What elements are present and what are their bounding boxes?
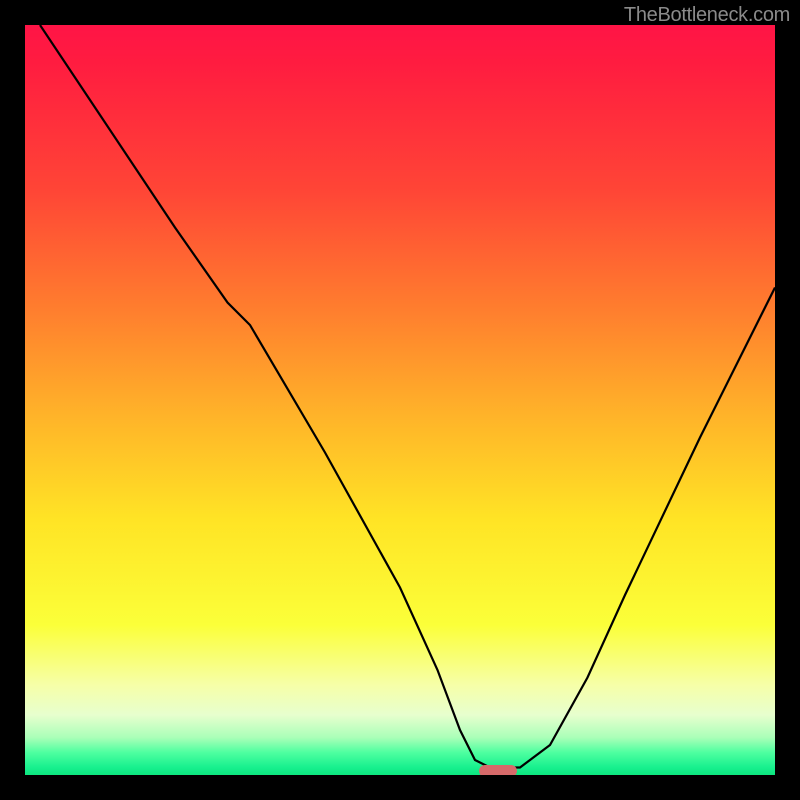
plot-area [25, 25, 775, 775]
chart-frame: TheBottleneck.com [0, 0, 800, 800]
optimal-point-marker [479, 765, 517, 775]
bottleneck-curve [25, 25, 775, 775]
watermark-text: TheBottleneck.com [624, 4, 790, 27]
